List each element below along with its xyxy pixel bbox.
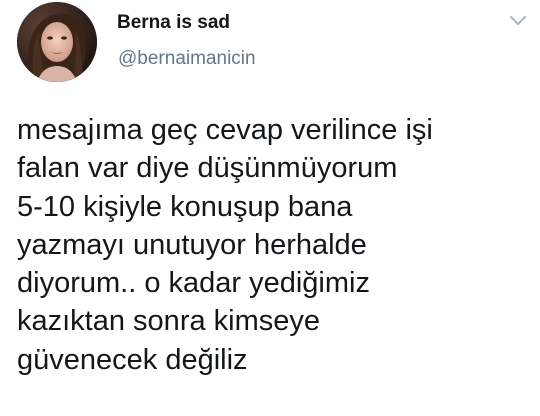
chevron-down-icon[interactable] (508, 14, 528, 28)
profile-photo-icon (17, 2, 97, 82)
avatar[interactable] (17, 2, 97, 82)
tweet-text-line: falan var diye düşünmüyorum (17, 152, 398, 185)
tweet-text-line: mesajıma geç cevap verilince işi (17, 114, 433, 146)
user-handle[interactable]: @bernaimanicin (118, 48, 256, 70)
tweet-text-line: diyorum.. o kadar yediğimiz (17, 267, 370, 300)
tweet-text-line: kazıktan sonra kimseye (17, 305, 321, 338)
tweet-card: Berna is sad @bernaimanicin mesajıma geç… (0, 0, 540, 416)
tweet-text: mesajıma geç cevap verilince işi falan v… (17, 111, 527, 379)
tweet-text-line: güvenecek değiliz (17, 343, 248, 376)
tweet-text-line: yazmayı unutuyor herhalde (17, 228, 367, 261)
tweet-text-line: 5-10 kişiyle konuşup bana (17, 190, 353, 223)
display-name[interactable]: Berna is sad (117, 12, 230, 34)
